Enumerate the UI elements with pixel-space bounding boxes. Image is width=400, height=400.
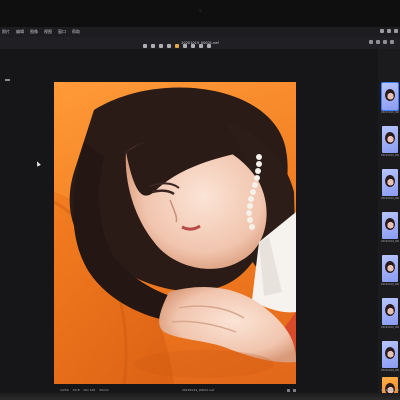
eyedropper-tool-icon[interactable] xyxy=(191,44,195,48)
wifi-icon[interactable] xyxy=(380,29,384,33)
exif-info: 1/250 f/2.8 ISO 100 50mm xyxy=(60,388,109,392)
filmstrip-panel: 20201019_00001 20201019_00002 20201019_0… xyxy=(378,49,400,393)
menu-item-window[interactable]: 窗口 xyxy=(58,29,66,35)
compare-view-icon[interactable] xyxy=(293,388,296,392)
battery-icon[interactable] xyxy=(387,29,391,33)
info-icon[interactable] xyxy=(383,40,387,44)
thumbnail[interactable] xyxy=(382,169,398,196)
thumbnail-label: 20201019_00007 xyxy=(381,369,399,372)
tool-strip xyxy=(143,44,211,48)
thumbnail[interactable] xyxy=(382,298,398,325)
webcam xyxy=(199,9,202,12)
canvas-area[interactable]: 1/250 f/2.8 ISO 100 50mm 20201019_00001.… xyxy=(0,49,378,393)
clock-icon[interactable] xyxy=(394,29,398,33)
highlight-tool-icon[interactable] xyxy=(175,44,179,48)
zoom-icon[interactable] xyxy=(369,40,373,44)
crop-tool-icon[interactable] xyxy=(143,44,147,48)
thumbnail-label: 20201019_00004 xyxy=(381,240,399,243)
thumbnail-label: 20201019_00003 xyxy=(381,197,399,200)
grid-icon[interactable] xyxy=(376,40,380,44)
focal-length: 50mm xyxy=(99,388,110,392)
brush-tool-icon[interactable] xyxy=(167,44,171,48)
menubar-status-icons xyxy=(380,29,398,33)
mouse-pointer-icon xyxy=(35,160,41,167)
thumbnail-face xyxy=(385,347,395,359)
thumbnail[interactable] xyxy=(382,83,398,110)
shutter-speed: 1/250 xyxy=(60,388,69,392)
monitor-chin xyxy=(0,392,400,400)
menu-item-photo[interactable]: 照片 xyxy=(2,29,10,35)
thumbnail-label: 20201019_00008 xyxy=(381,389,399,392)
portrait-image xyxy=(54,87,296,384)
share-icon[interactable] xyxy=(390,40,394,44)
thumbnail-label: 20201019_00005 xyxy=(381,283,399,286)
app-window: 照片 编辑 图像 视图 窗口 帮助 20201019_00001.nef 1/2… xyxy=(0,27,400,393)
iso: ISO 100 xyxy=(83,388,96,392)
image-status-bar: 1/250 f/2.8 ISO 100 50mm 20201019_00001.… xyxy=(60,387,296,393)
fit-view-icon[interactable] xyxy=(287,388,290,392)
thumbnail-label: 20201019_00001 xyxy=(381,111,399,114)
gradient-tool-icon[interactable] xyxy=(183,44,187,48)
thumbnail-face xyxy=(385,175,395,187)
view-controls xyxy=(287,388,296,392)
thumbnail[interactable] xyxy=(382,212,398,239)
thumbnail-face xyxy=(385,218,395,230)
aperture: f/2.8 xyxy=(72,388,80,392)
thumbnail-label: 20201019_00002 xyxy=(381,154,399,157)
thumbnail[interactable] xyxy=(382,255,398,282)
menu-item-view[interactable]: 视图 xyxy=(44,29,52,35)
thumbnail-face xyxy=(385,132,395,144)
menu-item-image[interactable]: 图像 xyxy=(30,29,38,35)
heal-tool-icon[interactable] xyxy=(159,44,163,48)
thumbnail[interactable] xyxy=(382,341,398,368)
panel-handle[interactable] xyxy=(5,79,10,81)
rotate-tool-icon[interactable] xyxy=(151,44,155,48)
adjust-tool-icon[interactable] xyxy=(207,44,211,48)
main-photo[interactable] xyxy=(54,82,296,384)
thumbnail-face xyxy=(385,261,395,273)
toolbar-right-icons xyxy=(369,40,394,44)
menu-bar: 照片 编辑 图像 视图 窗口 帮助 xyxy=(0,27,400,37)
thumbnail[interactable] xyxy=(382,126,398,153)
text-tool-icon[interactable] xyxy=(199,44,203,48)
menu-item-help[interactable]: 帮助 xyxy=(72,29,80,35)
file-name: 20201019_00001.nef xyxy=(181,388,215,392)
menu-item-edit[interactable]: 编辑 xyxy=(16,29,24,35)
thumbnail-face xyxy=(385,89,395,101)
thumbnail-face xyxy=(385,304,395,316)
thumbnail-label: 20201019_00006 xyxy=(381,326,399,329)
